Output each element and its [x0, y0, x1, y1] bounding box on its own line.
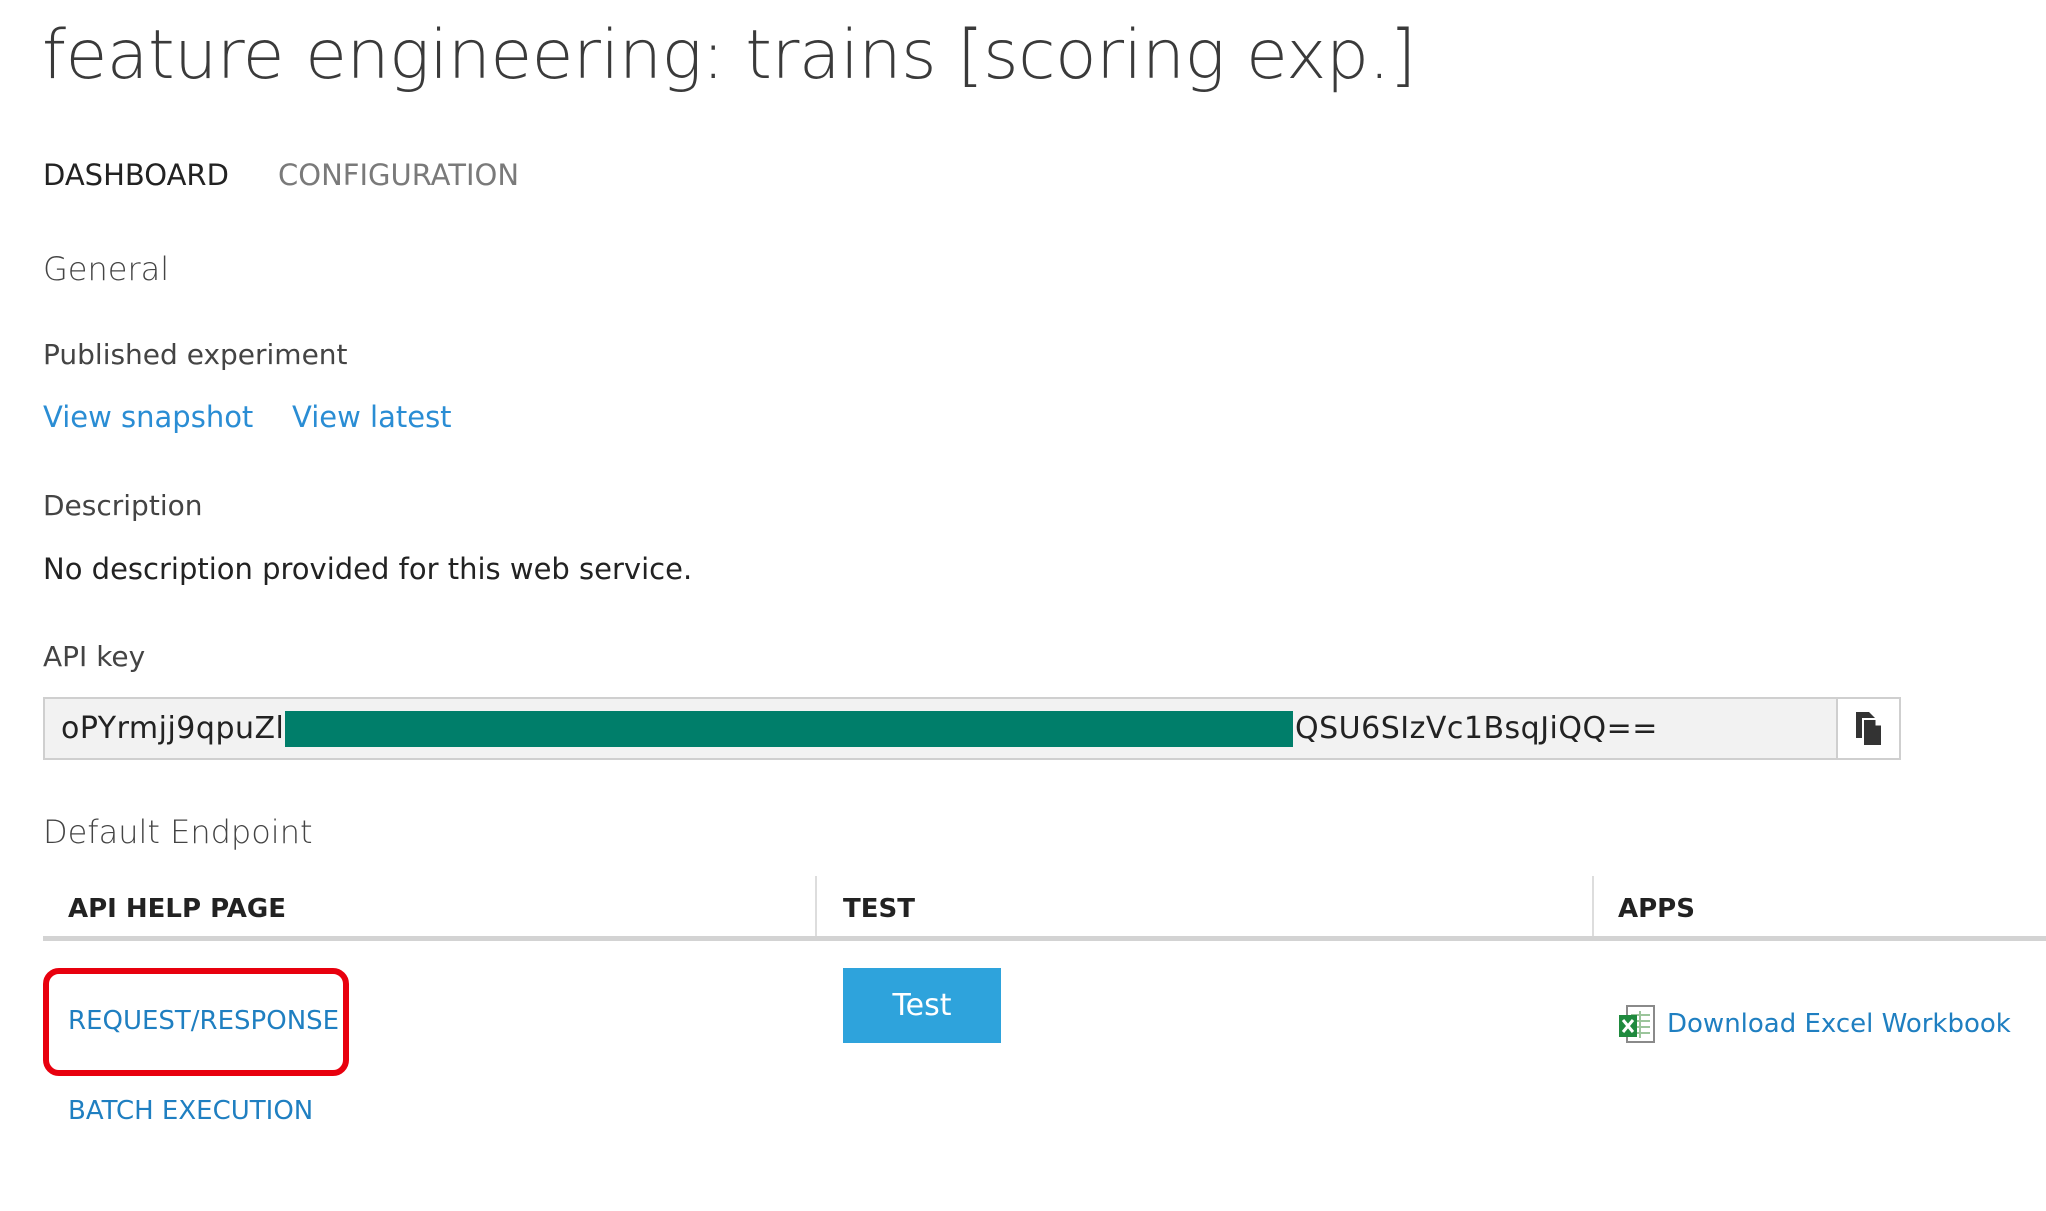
- endpoint-grid-header: API HELP PAGE TEST APPS: [43, 876, 2046, 936]
- description-value: No description provided for this web ser…: [43, 552, 693, 586]
- excel-icon: [1619, 1005, 1655, 1043]
- column-apps: APPS: [1618, 894, 1695, 924]
- view-snapshot-link[interactable]: View snapshot: [43, 400, 253, 434]
- tab-configuration[interactable]: CONFIGURATION: [278, 158, 519, 192]
- copy-icon: [1855, 711, 1883, 747]
- column-api-help-page: API HELP PAGE: [68, 894, 286, 924]
- api-key-label: API key: [43, 640, 146, 673]
- download-excel-workbook-link[interactable]: Download Excel Workbook: [1617, 1003, 2011, 1045]
- view-latest-link[interactable]: View latest: [292, 400, 452, 434]
- column-separator: [815, 876, 817, 936]
- page-title: feature engineering: trains [scoring exp…: [42, 16, 1416, 95]
- published-experiment-label: Published experiment: [43, 338, 348, 371]
- highlight-box: [43, 968, 349, 1076]
- api-key-value-start: oPYrmjj9qpuZlg: [61, 711, 304, 746]
- api-key-field[interactable]: oPYrmjj9qpuZlg QSU6SIzVc1BsqJiQQ==: [43, 697, 1901, 760]
- description-label: Description: [43, 489, 203, 522]
- copy-api-key-button[interactable]: [1836, 699, 1899, 758]
- tab-dashboard[interactable]: DASHBOARD: [43, 158, 229, 192]
- batch-execution-link[interactable]: BATCH EXECUTION: [68, 1096, 313, 1126]
- download-excel-workbook-label: Download Excel Workbook: [1667, 1009, 2011, 1039]
- column-test: TEST: [843, 894, 915, 924]
- api-key-value-end: QSU6SIzVc1BsqJiQQ==: [1295, 711, 1658, 746]
- api-key-redaction: [285, 711, 1293, 747]
- test-button[interactable]: Test: [843, 968, 1001, 1043]
- column-separator: [1592, 876, 1594, 936]
- grid-header-underline: [43, 936, 2046, 941]
- general-heading: General: [43, 250, 170, 288]
- default-endpoint-heading: Default Endpoint: [43, 813, 313, 851]
